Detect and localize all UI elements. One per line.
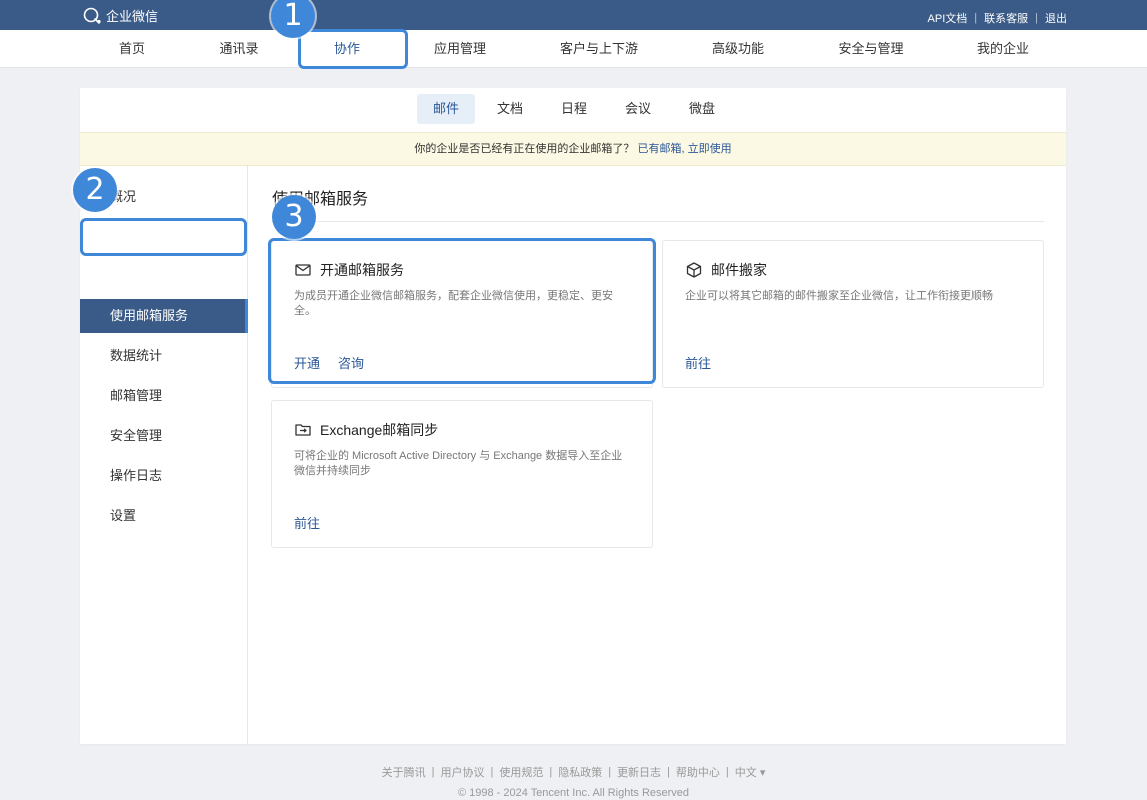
tab-schedule[interactable]: 日程 <box>545 94 603 124</box>
sidebar-item-use-mail-service[interactable]: 使用邮箱服务 <box>80 299 248 333</box>
tab-drive[interactable]: 微盘 <box>673 94 731 124</box>
footer-link-changelog[interactable]: 更新日志 <box>617 764 661 780</box>
logo[interactable]: 企业微信 <box>82 6 158 25</box>
sub-tabs: 邮件 文档 日程 会议 微盘 <box>80 88 1066 132</box>
sidebar-item-label: 使用邮箱服务 <box>110 308 189 323</box>
goto-link[interactable]: 前往 <box>294 513 320 532</box>
separator: | <box>974 12 978 24</box>
existing-mailbox-link[interactable]: 已有邮箱, 立即使用 <box>637 143 731 155</box>
step-badge-3: 3 <box>272 195 316 239</box>
contact-support-link[interactable]: 联系客服 <box>984 10 1028 26</box>
footer-links: 关于腾讯 | 用户协议 | 使用规范 | 隐私政策 | 更新日志 | 帮助中心 … <box>0 764 1147 780</box>
nav-home[interactable]: 首页 <box>119 30 145 68</box>
top-bar: 企业微信 API文档 | 联系客服 | 退出 <box>0 0 1147 30</box>
card-title: 邮件搬家 <box>685 260 767 280</box>
divider <box>272 221 1044 222</box>
footer-link-privacy[interactable]: 隐私政策 <box>558 764 602 780</box>
separator: | <box>725 766 729 778</box>
logout-link[interactable]: 退出 <box>1045 10 1067 26</box>
card-description: 可将企业的 Microsoft Active Directory 与 Excha… <box>294 450 623 477</box>
card-title: 开通邮箱服务 <box>294 260 404 280</box>
wecom-logo-icon <box>83 7 101 24</box>
consult-link[interactable]: 咨询 <box>338 353 364 372</box>
card-title-text: 开通邮箱服务 <box>320 262 404 278</box>
nav-my-company[interactable]: 我的企业 <box>977 30 1029 68</box>
copyright: © 1998 - 2024 Tencent Inc. All Rights Re… <box>457 787 690 799</box>
nav-contacts[interactable]: 通讯录 <box>219 30 258 68</box>
nav-collaboration[interactable]: 协作 <box>334 30 360 68</box>
separator: | <box>1035 12 1038 24</box>
card-title: Exchange邮箱同步 <box>294 420 438 440</box>
tab-docs[interactable]: 文档 <box>481 94 539 124</box>
footer: 关于腾讯 | 用户协议 | 使用规范 | 隐私政策 | 更新日志 | 帮助中心 … <box>0 764 1147 799</box>
footer-link-usage-rules[interactable]: 使用规范 <box>499 764 543 780</box>
top-links: API文档 | 联系客服 | 退出 <box>928 10 1067 26</box>
main-nav: 首页 通讯录 协作 应用管理 客户与上下游 高级功能 安全与管理 我的企业 <box>0 30 1147 68</box>
tab-mail[interactable]: 邮件 <box>416 94 476 124</box>
nav-app-management[interactable]: 应用管理 <box>434 30 486 68</box>
card-actions: 前往 <box>685 353 711 372</box>
card-description: 企业可以将其它邮箱的邮件搬家至企业微信，让工作衔接更顺畅 <box>685 290 993 302</box>
separator: | <box>667 766 670 778</box>
card-actions: 开通 咨询 <box>294 353 364 372</box>
logo-text: 企业微信 <box>106 9 159 24</box>
card-open-mail-service: 开通邮箱服务 为成员开通企业微信邮箱服务，配套企业微信使用，更稳定、更安全。 开… <box>271 240 653 388</box>
nav-security[interactable]: 安全与管理 <box>838 30 903 68</box>
goto-link[interactable]: 前往 <box>685 353 711 372</box>
sidebar: 概况 使用邮箱服务 数据统计 邮箱管理 安全管理 操作日志 设置 <box>80 166 248 744</box>
api-docs-link[interactable]: API文档 <box>928 10 968 26</box>
footer-link-help[interactable]: 帮助中心 <box>676 764 720 780</box>
separator: | <box>608 766 612 778</box>
sidebar-item-settings[interactable]: 设置 <box>80 499 248 533</box>
box-icon <box>686 262 702 278</box>
nav-advanced[interactable]: 高级功能 <box>712 30 764 68</box>
card-title-text: 邮件搬家 <box>711 262 767 278</box>
separator: | <box>431 766 435 778</box>
card-description: 为成员开通企业微信邮箱服务，配套企业微信使用，更稳定、更安全。 <box>294 290 613 317</box>
card-mail-migration: 邮件搬家 企业可以将其它邮箱的邮件搬家至企业微信，让工作衔接更顺畅 前往 <box>662 240 1044 388</box>
sidebar-item-statistics[interactable]: 数据统计 <box>80 339 248 373</box>
footer-link-user-agreement[interactable]: 用户协议 <box>440 764 484 780</box>
notice-text: 你的企业是否已经有正在使用的企业邮箱了？ <box>414 143 635 155</box>
step-badge-2: 2 <box>73 168 117 212</box>
card-exchange-sync: Exchange邮箱同步 可将企业的 Microsoft Active Dire… <box>271 400 653 548</box>
card-actions: 前往 <box>294 513 320 532</box>
nav-customers[interactable]: 客户与上下游 <box>560 30 638 68</box>
sidebar-item-operation-log[interactable]: 操作日志 <box>80 459 248 493</box>
folder-sync-icon <box>295 424 311 436</box>
separator: | <box>549 766 553 778</box>
separator: | <box>490 766 494 778</box>
card-title-text: Exchange邮箱同步 <box>320 422 439 438</box>
mail-icon <box>295 264 311 276</box>
activate-link[interactable]: 开通 <box>294 353 320 372</box>
sidebar-item-security-management[interactable]: 安全管理 <box>80 419 248 453</box>
footer-link-about[interactable]: 关于腾讯 <box>382 764 426 780</box>
tab-meeting[interactable]: 会议 <box>609 94 667 124</box>
sidebar-item-mailbox-management[interactable]: 邮箱管理 <box>80 379 248 413</box>
language-select[interactable]: 中文 ▾ <box>735 764 766 780</box>
notice-banner: 你的企业是否已经有正在使用的企业邮箱了？ 已有邮箱, 立即使用 <box>80 132 1066 166</box>
